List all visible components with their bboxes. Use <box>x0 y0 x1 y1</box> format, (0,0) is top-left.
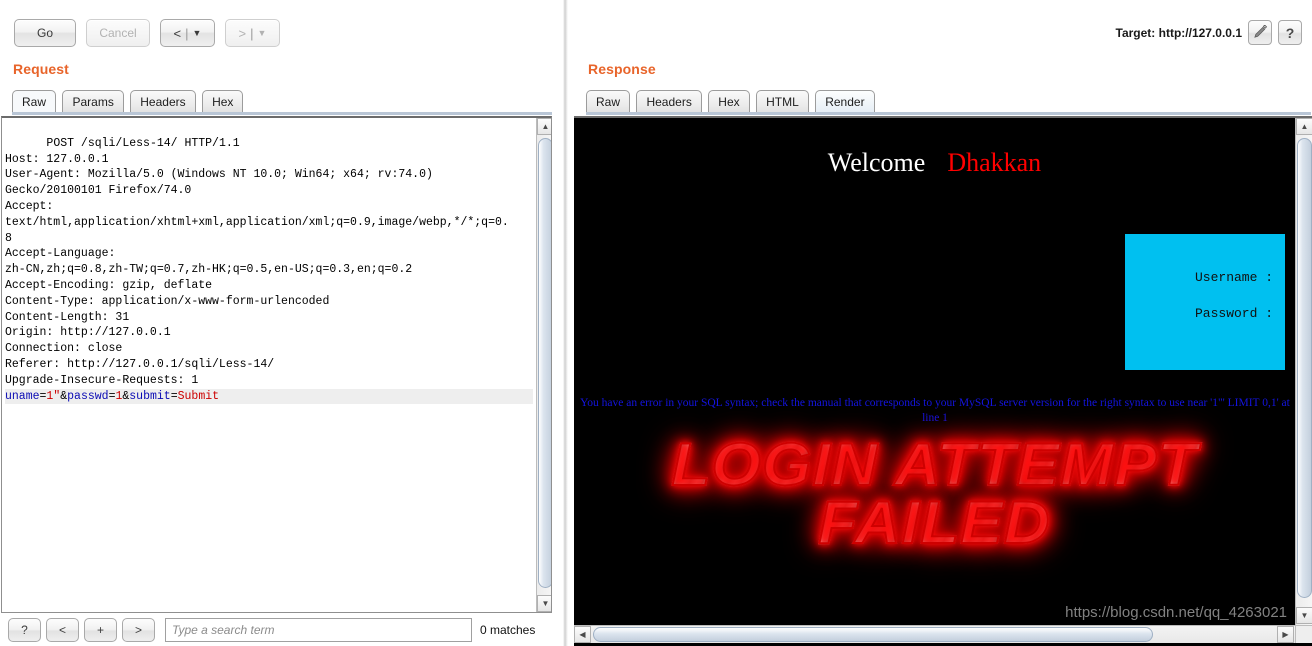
burp-repeater-window: Go Cancel < | ▼ > | ▼ Target: http://127… <box>0 0 1312 646</box>
scroll-up-icon[interactable]: ▲ <box>537 118 551 135</box>
request-search-bar: ? < + > 0 matches <box>0 614 560 646</box>
tab-request-hex[interactable]: Hex <box>202 90 244 114</box>
go-button[interactable]: Go <box>14 19 76 47</box>
request-tab-bar: Raw Params Headers Hex <box>12 90 245 114</box>
welcome-heading: Welcome Dhakkan <box>574 148 1295 178</box>
back-arrow-icon: < <box>173 25 182 41</box>
tab-request-raw[interactable]: Raw <box>12 90 57 114</box>
forward-button[interactable]: > | ▼ <box>225 19 280 47</box>
param-value-uname: 1" <box>46 389 61 403</box>
sql-error-message: You have an error in your SQL syntax; ch… <box>580 397 1290 424</box>
password-label: Password : <box>1194 306 1273 321</box>
response-tab-bar: Raw Headers Hex HTML Render <box>586 90 877 114</box>
scroll-down-icon[interactable]: ▼ <box>1296 607 1312 624</box>
target-section: Target: http://127.0.0.1 ? <box>1116 20 1302 45</box>
edit-target-button[interactable] <box>1248 20 1272 45</box>
forward-button-label: > | ▼ <box>239 26 267 41</box>
response-vertical-scrollbar[interactable]: ▲ ▼ <box>1295 118 1312 625</box>
tab-request-params[interactable]: Params <box>62 90 124 114</box>
request-raw-editor[interactable]: POST /sqli/Less-14/ HTTP/1.1 Host: 127.0… <box>1 116 552 613</box>
chevron-down-icon: ▼ <box>257 28 267 38</box>
tab-response-render[interactable]: Render <box>815 90 875 114</box>
response-panel-title: Response <box>588 61 656 77</box>
cancel-button[interactable]: Cancel <box>86 19 150 47</box>
question-mark-icon: ? <box>1285 24 1295 41</box>
request-scroll-thumb[interactable] <box>538 138 551 588</box>
help-button[interactable]: ? <box>1278 20 1302 45</box>
request-headers-text: POST /sqli/Less-14/ HTTP/1.1 Host: 127.0… <box>5 136 509 387</box>
tab-response-raw[interactable]: Raw <box>586 90 631 114</box>
request-panel-title: Request <box>13 61 69 77</box>
search-prev-button[interactable]: < <box>46 618 79 642</box>
forward-separator: | <box>250 25 254 41</box>
welcome-text: Welcome <box>827 148 926 177</box>
watermark-text: https://blog.csdn.net/qq_4263021 <box>1065 604 1287 621</box>
tab-response-hex[interactable]: Hex <box>708 90 750 114</box>
request-tab-underline <box>12 112 552 115</box>
forward-arrow-icon: > <box>238 25 247 41</box>
login-failed-line-1: LOGIN ATTEMPT <box>670 431 1198 498</box>
login-form-box: Username : Password : <box>1125 234 1285 370</box>
response-hscroll-thumb[interactable] <box>593 627 1153 642</box>
login-failed-line-2: FAILED <box>817 489 1051 556</box>
request-raw-text: POST /sqli/Less-14/ HTTP/1.1 Host: 127.0… <box>5 120 533 436</box>
panel-splitter[interactable] <box>563 0 568 646</box>
top-toolbar: Go Cancel < | ▼ > | ▼ Target: http://127… <box>0 0 1312 55</box>
tab-response-headers[interactable]: Headers <box>636 90 702 114</box>
scroll-down-icon[interactable]: ▼ <box>537 595 551 612</box>
search-help-button[interactable]: ? <box>8 618 41 642</box>
param-value-submit: Submit <box>177 389 220 403</box>
user-name-text: Dhakkan <box>947 148 1042 177</box>
search-next-button[interactable]: > <box>122 618 155 642</box>
back-separator: | <box>185 25 189 41</box>
match-count-label: 0 matches <box>480 623 536 637</box>
search-add-button[interactable]: + <box>84 618 117 642</box>
search-input[interactable] <box>165 618 472 642</box>
eq-3: = <box>170 389 178 403</box>
pencil-icon <box>1253 25 1267 38</box>
param-name-uname: uname <box>5 389 40 403</box>
scroll-left-icon[interactable]: ◀ <box>574 626 591 643</box>
username-label: Username : <box>1194 270 1273 285</box>
scrollbar-corner <box>1295 625 1312 643</box>
login-failed-banner: LOGIN ATTEMPT FAILED <box>574 431 1295 556</box>
request-body-line: uname=1"&passwd=1&submit=Submit <box>5 388 533 405</box>
tab-request-headers[interactable]: Headers <box>130 90 196 114</box>
response-scroll-thumb[interactable] <box>1297 138 1312 598</box>
back-button[interactable]: < | ▼ <box>160 19 215 47</box>
tab-response-html[interactable]: HTML <box>756 90 809 114</box>
scroll-up-icon[interactable]: ▲ <box>1296 118 1312 135</box>
scroll-right-icon[interactable]: ▶ <box>1277 626 1294 643</box>
request-vertical-scrollbar[interactable]: ▲ ▼ <box>536 118 551 612</box>
response-render-area: Welcome Dhakkan Username : Password : You… <box>574 116 1312 646</box>
param-name-submit: submit <box>129 389 171 403</box>
response-tab-underline <box>586 112 1311 115</box>
param-name-passwd: passwd <box>67 389 109 403</box>
chevron-down-icon: ▼ <box>192 28 202 38</box>
rendered-web-page: Welcome Dhakkan Username : Password : You… <box>574 118 1295 625</box>
target-label: Target: http://127.0.0.1 <box>1115 25 1242 40</box>
response-horizontal-scrollbar[interactable]: ◀ ▶ <box>574 625 1312 643</box>
back-button-label: < | ▼ <box>174 26 202 41</box>
